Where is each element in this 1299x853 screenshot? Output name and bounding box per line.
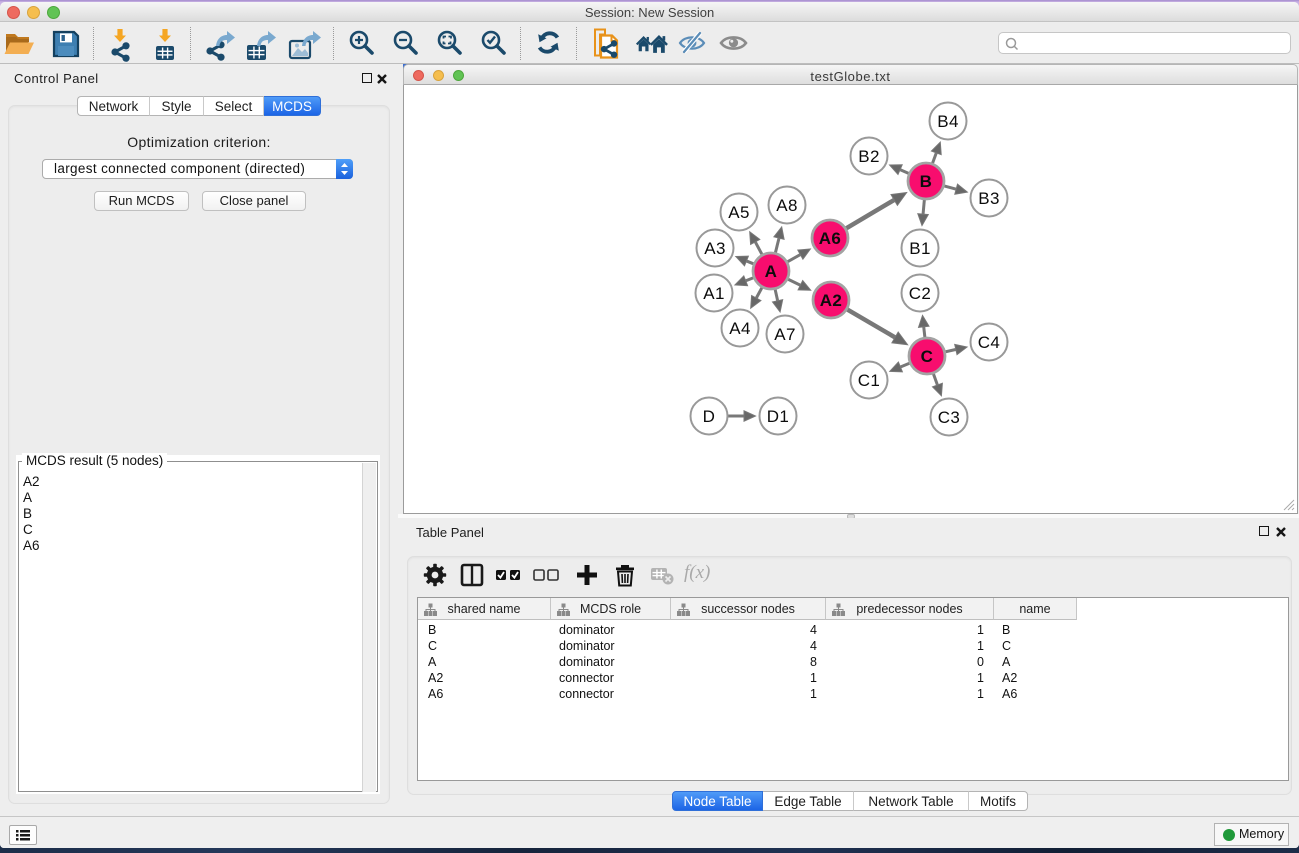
svg-text:A5: A5 bbox=[728, 203, 750, 222]
svg-text:A1: A1 bbox=[703, 284, 725, 303]
svg-text:B: B bbox=[920, 172, 933, 191]
svg-text:D: D bbox=[703, 407, 716, 426]
svg-text:C3: C3 bbox=[938, 408, 961, 427]
svg-text:A: A bbox=[765, 262, 778, 281]
svg-text:B4: B4 bbox=[937, 112, 959, 131]
svg-text:A8: A8 bbox=[776, 196, 798, 215]
svg-text:A4: A4 bbox=[729, 319, 751, 338]
svg-text:A7: A7 bbox=[774, 325, 796, 344]
svg-text:D1: D1 bbox=[767, 407, 790, 426]
svg-text:C4: C4 bbox=[978, 333, 1001, 352]
svg-text:B1: B1 bbox=[909, 239, 931, 258]
svg-text:C1: C1 bbox=[858, 371, 881, 390]
svg-text:A3: A3 bbox=[704, 239, 726, 258]
svg-text:B2: B2 bbox=[858, 147, 880, 166]
svg-text:C2: C2 bbox=[909, 284, 932, 303]
svg-text:A6: A6 bbox=[819, 229, 842, 248]
svg-text:A2: A2 bbox=[820, 291, 843, 310]
svg-text:B3: B3 bbox=[978, 189, 1000, 208]
svg-text:C: C bbox=[921, 347, 934, 366]
